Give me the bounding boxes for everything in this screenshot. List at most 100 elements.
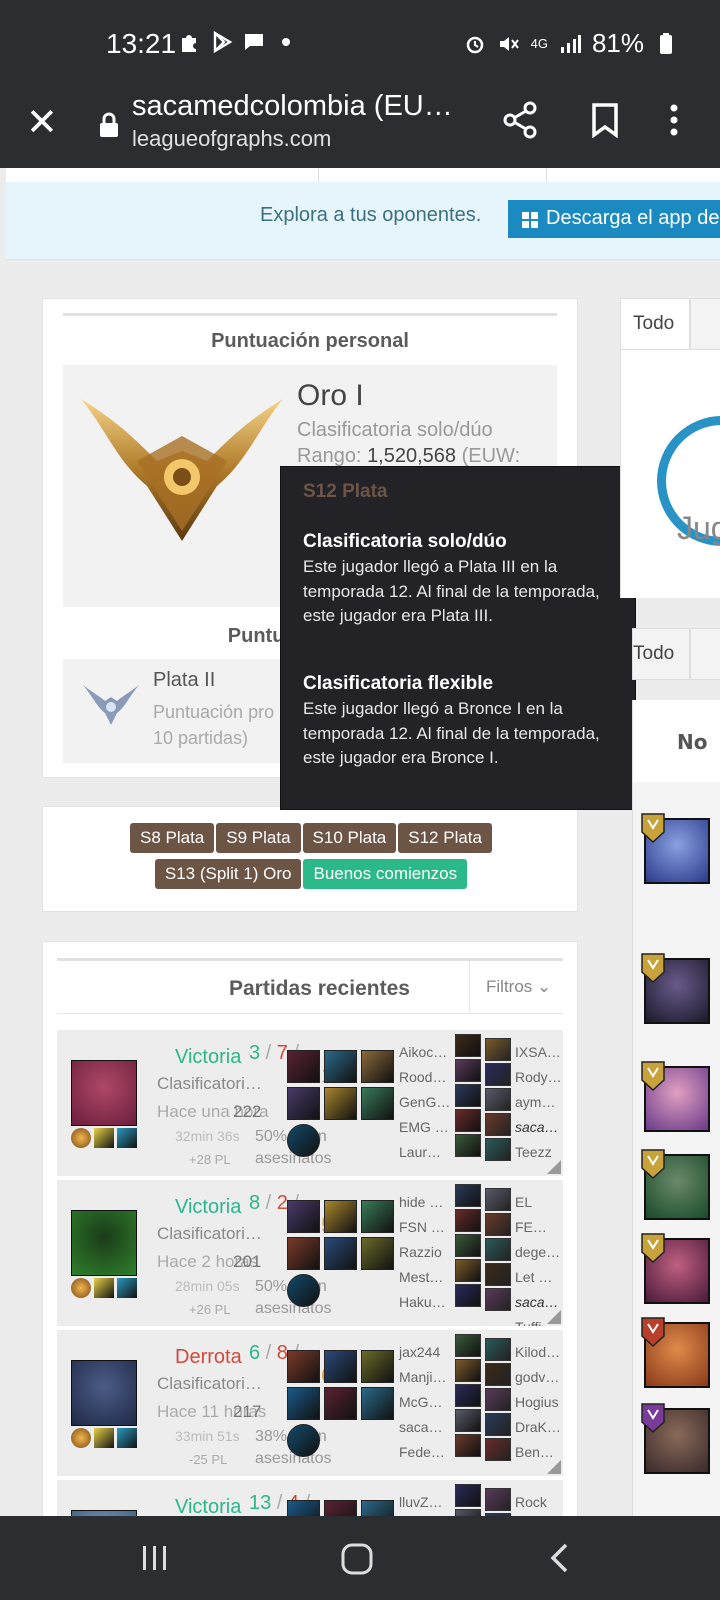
player-name[interactable]: godv… <box>515 1365 561 1390</box>
champion-portrait[interactable] <box>71 1360 137 1426</box>
champion-portrait[interactable] <box>71 1060 137 1126</box>
item-icon <box>361 1050 394 1083</box>
game-queue: Clasificatori… <box>157 1224 262 1243</box>
player-name[interactable]: Rock <box>515 1490 547 1515</box>
kills: 13 <box>249 1492 272 1514</box>
close-icon[interactable]: ✕ <box>26 100 58 144</box>
tab-all[interactable]: Todo <box>620 298 690 350</box>
player-name[interactable]: Laur… <box>399 1140 450 1165</box>
champion-icon <box>485 1388 511 1411</box>
champion-icon <box>455 1034 481 1057</box>
recent-apps-icon[interactable] <box>140 1544 170 1572</box>
summoner-spells <box>71 1128 137 1148</box>
item-icon <box>287 1350 320 1383</box>
player-name[interactable]: jax244 <box>399 1340 446 1365</box>
item-icon <box>361 1500 394 1516</box>
player-name[interactable]: DraK… <box>515 1415 561 1440</box>
player-name[interactable]: Kilod… <box>515 1340 561 1365</box>
player-name[interactable]: McG… <box>399 1390 446 1415</box>
player-name[interactable]: aym… <box>515 1090 562 1115</box>
team-1-names: Aikoc… Rood… GenG… EMG … Laur… <box>399 1040 450 1165</box>
flash-spell-icon <box>94 1428 114 1448</box>
filters-button[interactable]: Filtros ⌄ <box>469 961 563 1014</box>
player-name[interactable]: Let … <box>515 1265 563 1290</box>
player-name[interactable]: FSN … <box>399 1215 446 1240</box>
tag-s8[interactable]: S8 Plata <box>130 823 215 853</box>
expand-corner-icon[interactable] <box>547 1460 561 1474</box>
player-name[interactable]: saca… <box>515 1115 562 1140</box>
item-icon <box>361 1387 394 1420</box>
back-icon[interactable] <box>548 1542 570 1574</box>
bookmark-icon[interactable] <box>590 102 620 138</box>
windows-icon <box>522 212 538 228</box>
tag-s9[interactable]: S9 Plata <box>216 823 301 853</box>
promo-banner: Explora a tus oponentes. Descarga el app… <box>6 182 720 260</box>
rank-badge-icon <box>641 1317 665 1348</box>
champion-icon <box>485 1238 511 1261</box>
share-icon[interactable] <box>502 100 538 140</box>
tab-other-2[interactable] <box>690 628 720 680</box>
player-name[interactable]: Fede… <box>399 1440 446 1465</box>
player-name[interactable]: lluvZ… <box>399 1490 443 1515</box>
download-app-button[interactable]: Descarga el app de <box>508 200 720 238</box>
recent-games-header: Partidas recientes Filtros ⌄ <box>57 958 563 1014</box>
tag-s13[interactable]: S13 (Split 1) Oro <box>154 859 302 889</box>
gold-rank-emblem-icon <box>81 399 283 541</box>
rune-icon <box>71 1428 91 1448</box>
player-name[interactable]: GenG… <box>399 1090 450 1115</box>
player-name[interactable]: saca… <box>399 1415 446 1440</box>
right-column: Todo Jug Todo No <box>620 298 720 1516</box>
battery-icon <box>660 32 672 54</box>
champion-icon <box>485 1088 511 1111</box>
item-icon <box>324 1387 357 1420</box>
team-2-champions <box>485 1338 511 1461</box>
expand-corner-icon[interactable] <box>547 1160 561 1174</box>
game-row[interactable]: Victoria 3 / 7 /14 Clasificatori… Hace u… <box>57 1030 563 1178</box>
player-name[interactable]: EL FE… <box>515 1190 563 1240</box>
item-icon <box>287 1087 320 1120</box>
personal-rating-header: Puntuación personal <box>63 313 557 363</box>
game-row[interactable]: Victoria 8 / 2 /5 Clasificatori… Hace 2 … <box>57 1180 563 1328</box>
player-name[interactable]: EMG … <box>399 1115 450 1140</box>
player-name[interactable]: hide … <box>399 1190 446 1215</box>
network-type: 4G <box>530 35 548 51</box>
rank-badge-icon <box>641 953 665 984</box>
champion-icon <box>485 1113 511 1136</box>
tooltip-flex-text: Este jugador llegó a Bronce I en la temp… <box>303 699 600 767</box>
champion-portrait[interactable] <box>71 1210 137 1276</box>
expand-corner-icon[interactable] <box>547 1310 561 1324</box>
flash-spell-icon <box>94 1278 114 1298</box>
team-2-names: Rock <box>515 1490 547 1515</box>
player-name[interactable]: Mest… <box>399 1265 446 1290</box>
tab-other[interactable] <box>690 298 720 350</box>
flex-rank-name: Plata II <box>153 669 216 691</box>
game-row[interactable]: Derrota 6 / 8 /6 Clasificatori… Hace 11 … <box>57 1330 563 1478</box>
tab-all-2[interactable]: Todo <box>632 628 690 680</box>
ladder-rank-value: 1,520,568 <box>367 445 457 467</box>
player-name[interactable]: Rody… <box>515 1065 562 1090</box>
home-icon[interactable] <box>340 1542 374 1576</box>
game-row[interactable]: Victoria 13 / 4 / lluvZ… Rock <box>57 1480 563 1516</box>
tag-s12[interactable]: S12 Plata <box>398 823 492 853</box>
page-host[interactable]: leagueofgraphs.com <box>132 126 331 152</box>
player-name[interactable]: Aikoc… <box>399 1040 450 1065</box>
champion-icon <box>485 1188 511 1211</box>
ladder-rank-region: (EUW: <box>461 445 521 467</box>
rank-badge-icon <box>641 1233 665 1264</box>
player-name[interactable]: Razzio <box>399 1240 446 1265</box>
banner-text: Explora a tus oponentes. <box>260 204 482 226</box>
tag-good-starts[interactable]: Buenos comienzos <box>303 859 468 889</box>
player-name[interactable]: Manji… <box>399 1365 446 1390</box>
tag-s10[interactable]: S10 Plata <box>302 823 397 853</box>
player-name[interactable]: Haku… <box>399 1290 446 1315</box>
player-name[interactable]: IXSA… <box>515 1040 562 1065</box>
player-name[interactable]: Rood… <box>399 1065 450 1090</box>
tooltip-title: S12 Plata <box>303 481 388 502</box>
played-with-header-panel: No <box>632 700 720 782</box>
player-name[interactable]: Hogius <box>515 1390 561 1415</box>
player-name[interactable]: dege… <box>515 1240 563 1265</box>
page-title[interactable]: sacamedcolombia (EU… <box>132 90 453 123</box>
play-store-icon <box>213 30 233 54</box>
status-bar: 13:21 4G 81% <box>0 0 720 88</box>
more-options-icon[interactable] <box>668 100 680 140</box>
